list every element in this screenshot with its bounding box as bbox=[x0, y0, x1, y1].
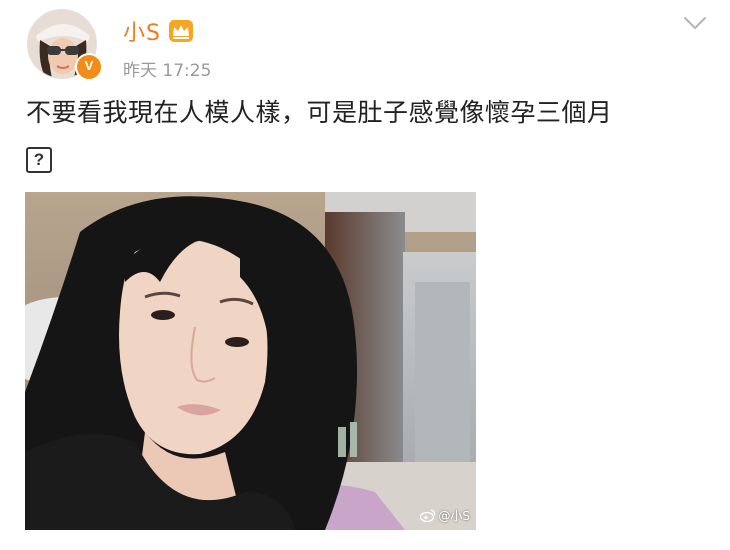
image-watermark: @小S bbox=[420, 507, 470, 524]
selfie-illustration bbox=[25, 192, 476, 530]
unknown-emoji-icon: ? bbox=[26, 147, 52, 173]
post-image[interactable]: @小S bbox=[25, 192, 476, 530]
post-timestamp: 昨天 17:25 bbox=[123, 61, 212, 81]
weibo-logo-icon bbox=[420, 509, 436, 522]
chevron-down-icon[interactable] bbox=[682, 14, 708, 32]
username[interactable]: 小S bbox=[123, 15, 161, 47]
avatar-container[interactable]: V bbox=[27, 9, 103, 81]
post-text: 不要看我現在人模人樣，可是肚子感覺像懷孕三個月 bbox=[26, 98, 613, 127]
weibo-post: V 小S 昨天 17:25 不要看我現在人模人樣，可是肚子感覺像懷孕三個月 ? bbox=[0, 0, 730, 550]
verified-badge: V bbox=[75, 53, 103, 81]
crown-icon bbox=[168, 20, 193, 42]
author-row: 小S bbox=[123, 15, 194, 47]
watermark-text: @小S bbox=[438, 509, 470, 523]
